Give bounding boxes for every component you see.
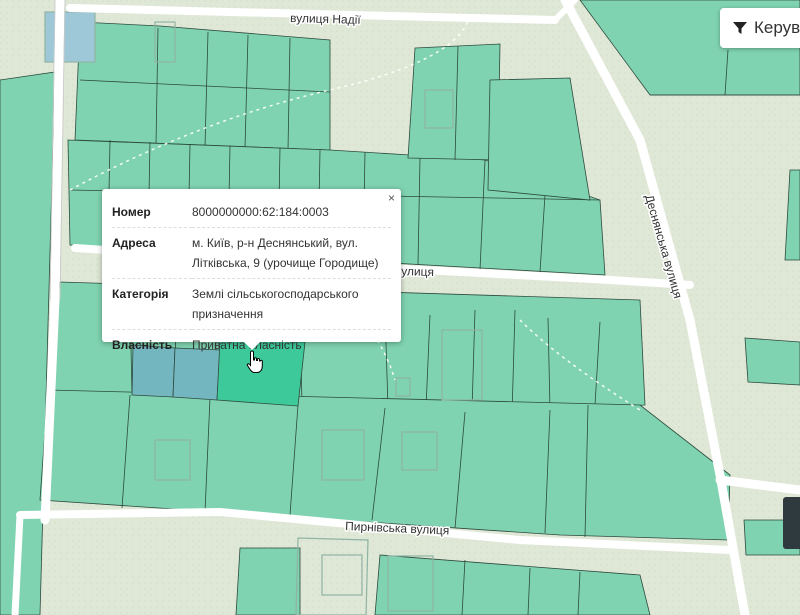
parcel-info-table: Номер 8000000000:62:184:0003 Адреса м. К… (112, 197, 391, 360)
info-key: Категорія (112, 278, 192, 330)
info-row-number: Номер 8000000000:62:184:0003 (112, 197, 391, 228)
side-panel-handle[interactable] (783, 497, 800, 549)
parcel[interactable] (235, 547, 301, 615)
info-row-category: Категорія Землі сільськогосподарського п… (112, 278, 391, 330)
info-key: Адреса (112, 227, 192, 279)
info-key: Номер (112, 197, 192, 228)
filter-icon (733, 22, 747, 34)
hand-cursor-icon (246, 350, 263, 373)
info-value: 8000000000:62:184:0003 (192, 197, 391, 228)
close-icon[interactable]: × (388, 191, 395, 205)
info-value: Землі сільськогосподарського призначення (192, 278, 391, 330)
info-row-address: Адреса м. Київ, р-н Деснянський, вул. Лі… (112, 227, 391, 279)
street-label-nadii: вулиця Надії (290, 11, 362, 27)
info-value: Приватна власність (192, 338, 302, 352)
manage-button-label: Керув (754, 18, 800, 37)
info-key: Власність (112, 338, 173, 352)
manage-button[interactable]: Керув (720, 8, 800, 48)
parcel[interactable] (744, 337, 800, 386)
parcel[interactable] (407, 43, 501, 161)
parcel-info-popup: × Номер 8000000000:62:184:0003 Адреса м.… (102, 189, 401, 352)
info-value: м. Київ, р-н Деснянський, вул. Літківськ… (192, 227, 391, 279)
